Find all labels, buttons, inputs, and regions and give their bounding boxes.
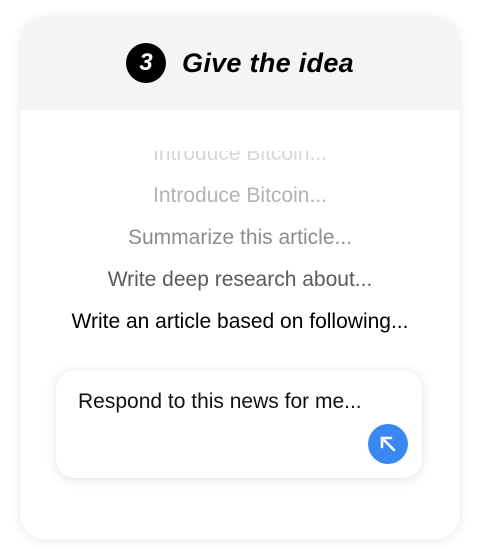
prompt-input-box[interactable]: Respond to this news for me... — [56, 370, 422, 478]
arrow-up-left-icon — [380, 436, 396, 452]
step-badge: 3 — [126, 43, 167, 83]
prompt-suggestion-article[interactable]: Write an article based on following... — [20, 310, 460, 334]
card-title: Give the idea — [182, 47, 354, 78]
prompt-input-text[interactable]: Respond to this news for me... — [78, 390, 362, 414]
prompt-suggestion-introduce[interactable]: Introduce Bitcoin... — [20, 184, 460, 208]
prompt-suggestions: Introduce Bitcoin... Introduce Bitcoin..… — [20, 136, 460, 346]
card-header: 3 Give the idea — [20, 16, 460, 110]
prompt-suggestion-summarize[interactable]: Summarize this article... — [20, 226, 460, 250]
send-button[interactable] — [368, 424, 408, 464]
idea-card: 3 Give the idea Introduce Bitcoin... Int… — [20, 16, 460, 540]
prompt-suggestion-faded[interactable]: Introduce Bitcoin... — [20, 151, 460, 166]
prompt-suggestion-research[interactable]: Write deep research about... — [20, 268, 460, 292]
